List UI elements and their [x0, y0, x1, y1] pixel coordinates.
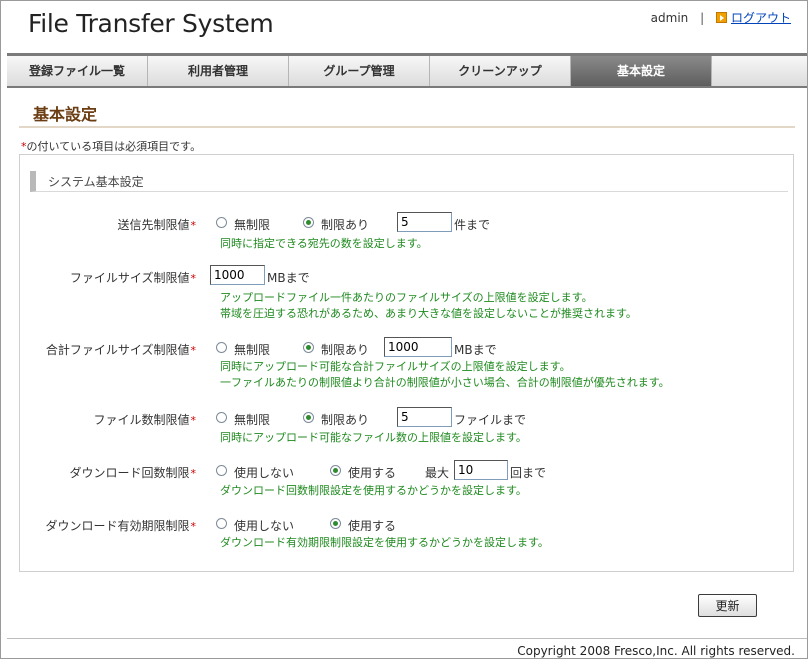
- download-count-limit-unit: 回まで: [510, 466, 547, 480]
- recipient-limit-unit: 件まで: [454, 218, 491, 232]
- download-count-limit-input[interactable]: [454, 460, 508, 480]
- username: admin: [650, 11, 689, 25]
- page-title: 基本設定: [33, 105, 98, 124]
- tab-filler: [712, 56, 807, 86]
- file-count-unlimited-label: 無制限: [234, 413, 271, 427]
- nav-bottom-border: [7, 86, 807, 88]
- total-size-limited-label: 制限あり: [321, 343, 370, 357]
- user-area: admin | ログアウト: [651, 9, 791, 26]
- file-count-limit-input[interactable]: [397, 407, 452, 427]
- required-note-text: の付いている項目は必須項目です。: [26, 140, 202, 153]
- download-expiry-off-radio[interactable]: [216, 518, 227, 529]
- download-count-off-radio[interactable]: [216, 465, 227, 476]
- total-size-unlimited-label: 無制限: [234, 343, 271, 357]
- file-count-limit-unit: ファイルまで: [454, 413, 527, 427]
- footer-divider: [7, 638, 807, 639]
- download-expiry-limit-label: ダウンロード有効期限制限*: [45, 519, 196, 533]
- recipient-limited-radio[interactable]: [303, 217, 314, 228]
- total-size-limit-help-1: 同時にアップロード可能な合計ファイルサイズの上限値を設定します。: [220, 360, 571, 373]
- download-expiry-off-label: 使用しない: [234, 519, 295, 533]
- header: File Transfer System admin | ログアウト: [1, 1, 807, 53]
- download-count-max-label: 最大: [425, 466, 450, 480]
- recipient-limit-help: 同時に指定できる宛先の数を設定します。: [220, 237, 428, 250]
- logout-link[interactable]: ログアウト: [731, 11, 791, 25]
- download-count-limit-help: ダウンロード回数制限設定を使用するかどうかを設定します。: [220, 484, 527, 497]
- tab-group-management[interactable]: グループ管理: [289, 56, 430, 86]
- tab-basic-settings[interactable]: 基本設定: [571, 56, 712, 86]
- file-size-limit-help-2: 帯域を圧迫する恐れがあるため、あまり大きな値を設定しないことが推奨されます。: [220, 307, 637, 320]
- section-header: システム基本設定: [30, 171, 788, 192]
- tab-cleanup[interactable]: クリーンアップ: [430, 56, 571, 86]
- copyright: Copyright 2008 Fresco,Inc. All rights re…: [517, 644, 795, 658]
- tab-file-list[interactable]: 登録ファイル一覧: [7, 56, 148, 86]
- file-size-limit-unit: MBまで: [267, 271, 310, 285]
- app-window: File Transfer System admin | ログアウト 登録ファイ…: [0, 0, 808, 659]
- logout-arrow-icon: [715, 12, 727, 23]
- app-title: File Transfer System: [28, 9, 274, 38]
- file-size-limit-input[interactable]: [210, 265, 265, 285]
- file-size-limit-help-1: アップロードファイル一件あたりのファイルサイズの上限値を設定します。: [220, 291, 593, 304]
- total-size-limit-help-2: 一ファイルあたりの制限値より合計の制限値が小さい場合、合計の制限値が優先されます…: [220, 376, 670, 389]
- download-expiry-on-radio[interactable]: [330, 518, 341, 529]
- recipient-limit-label: 送信先制限値*: [117, 218, 196, 232]
- file-count-limit-help: 同時にアップロード可能なファイル数の上限値を設定します。: [220, 431, 527, 444]
- download-count-limit-label: ダウンロード回数制限*: [69, 466, 196, 480]
- section-title: システム基本設定: [48, 175, 144, 189]
- file-count-unlimited-radio[interactable]: [216, 412, 227, 423]
- total-size-limited-radio[interactable]: [303, 342, 314, 353]
- total-size-limit-input[interactable]: [384, 337, 452, 357]
- download-expiry-on-label: 使用する: [348, 519, 397, 533]
- recipient-limit-input[interactable]: [397, 212, 452, 232]
- file-count-limit-label: ファイル数制限値*: [93, 413, 196, 427]
- total-size-limit-unit: MBまで: [454, 343, 497, 357]
- total-size-limit-label: 合計ファイルサイズ制限値*: [45, 343, 196, 357]
- main-nav-tabs: 登録ファイル一覧 利用者管理 グループ管理 クリーンアップ 基本設定: [7, 56, 807, 86]
- download-count-on-label: 使用する: [348, 466, 397, 480]
- download-count-off-label: 使用しない: [234, 466, 295, 480]
- tab-user-management[interactable]: 利用者管理: [148, 56, 289, 86]
- recipient-unlimited-radio[interactable]: [216, 217, 227, 228]
- settings-panel: システム基本設定 送信先制限値* 無制限 制限あり 件まで 同時に指定できる宛先…: [19, 154, 794, 572]
- recipient-unlimited-label: 無制限: [234, 218, 271, 232]
- update-button[interactable]: 更新: [698, 594, 757, 617]
- total-size-unlimited-radio[interactable]: [216, 342, 227, 353]
- download-expiry-limit-help: ダウンロード有効期限制限設定を使用するかどうかを設定します。: [220, 536, 549, 549]
- title-divider: [19, 126, 795, 128]
- required-note: *の付いている項目は必須項目です。: [21, 138, 201, 154]
- download-count-on-radio[interactable]: [330, 465, 341, 476]
- file-size-limit-label: ファイルサイズ制限値*: [69, 271, 196, 285]
- header-separator: |: [700, 11, 705, 25]
- recipient-limited-label: 制限あり: [321, 218, 370, 232]
- file-count-limited-radio[interactable]: [303, 412, 314, 423]
- file-count-limited-label: 制限あり: [321, 413, 370, 427]
